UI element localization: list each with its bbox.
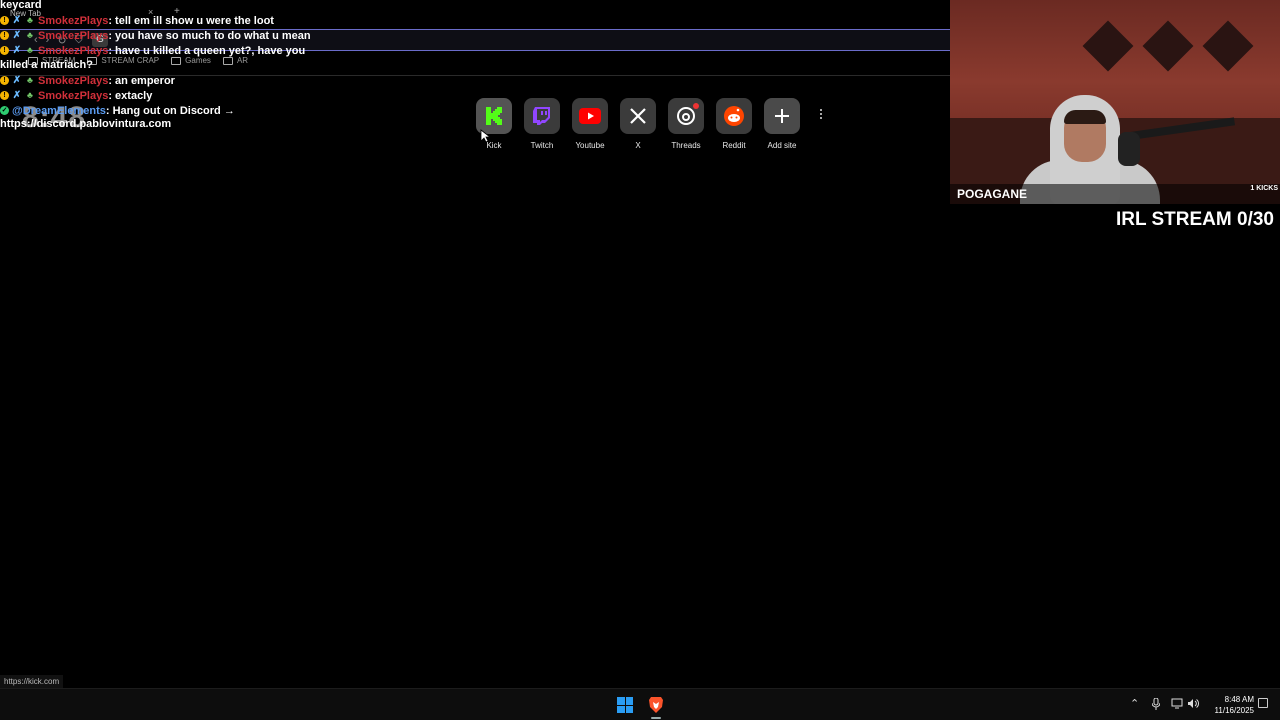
chat-username: SmokezPlays xyxy=(38,14,109,27)
chat-link: https://discord.pablovintura.com xyxy=(0,118,172,130)
windows-start-icon[interactable] xyxy=(617,697,633,713)
chat-text: : an emperor xyxy=(108,74,175,87)
active-app-indicator xyxy=(651,717,661,719)
taskbar-clock[interactable]: 8:48 AM 11/16/2025 xyxy=(1208,694,1254,716)
sub-badge-icon: ♣ xyxy=(27,90,33,100)
sword-badge-icon: ✗ xyxy=(12,75,22,86)
chat-message: ! ✗ ♣ SmokezPlays : an emperor xyxy=(0,73,175,88)
x-icon xyxy=(630,108,646,124)
chat-message: ! ✗ ♣ SmokezPlays : have u killed a quee… xyxy=(0,43,305,58)
taskbar-time: 8:48 AM xyxy=(1224,695,1254,704)
plus-icon xyxy=(775,109,789,123)
sword-badge-icon: ✗ xyxy=(12,45,22,56)
x-tile[interactable] xyxy=(620,98,656,134)
chevron-up-icon[interactable]: ⌃ xyxy=(1130,697,1139,710)
twitch-icon xyxy=(533,107,550,125)
shortcut-reddit[interactable]: Reddit xyxy=(716,98,752,150)
youtube-icon xyxy=(579,108,601,124)
shortcut-add-site[interactable]: Add site xyxy=(764,98,800,150)
shortcut-label: Reddit xyxy=(722,141,746,150)
webcam-feed xyxy=(950,0,1280,204)
shortcut-label: X xyxy=(635,141,641,150)
moderator-badge-icon: ! xyxy=(0,31,9,40)
acoustic-panel xyxy=(1142,20,1194,72)
chat-message: ✓ @DreamElements : Hang out on Discord → xyxy=(0,103,235,118)
youtube-tile[interactable] xyxy=(572,98,608,134)
sword-badge-icon: ✗ xyxy=(12,15,22,26)
shortcut-youtube[interactable]: Youtube xyxy=(572,98,608,150)
reddit-icon xyxy=(724,106,744,126)
chat-username: SmokezPlays xyxy=(38,89,109,102)
threads-icon xyxy=(677,107,695,125)
sub-badge-icon: ♣ xyxy=(27,45,33,55)
taskbar-date: 11/16/2025 xyxy=(1214,706,1254,715)
mouse-cursor-icon xyxy=(480,129,490,143)
chat-message: ! ✗ ♣ SmokezPlays : tell em ill show u w… xyxy=(0,13,274,28)
shortcut-label: Add site xyxy=(767,141,797,150)
shortcut-x[interactable]: X xyxy=(620,98,656,150)
chat-message-continuation: killed a matriach? xyxy=(0,59,93,71)
microphone-tray-icon[interactable] xyxy=(1152,698,1160,710)
brave-lion-icon xyxy=(649,697,663,713)
shortcut-label: Twitch xyxy=(530,141,554,150)
chat-username: SmokezPlays xyxy=(38,74,109,87)
sword-badge-icon: ✗ xyxy=(12,30,22,41)
chat-title: keycard xyxy=(0,0,42,11)
kicks-count: 1 KICKS xyxy=(1250,185,1278,192)
taskbar: ⌃ 8:48 AM 11/16/2025 xyxy=(0,688,1280,720)
chat-text: : Hang out on Discord → xyxy=(105,104,235,117)
chat-username: SmokezPlays xyxy=(38,29,109,42)
shortcut-twitch[interactable]: Twitch xyxy=(524,98,560,150)
shortcut-label: Youtube xyxy=(575,141,605,150)
network-icon[interactable] xyxy=(1171,698,1183,709)
kick-icon xyxy=(486,107,502,125)
verified-badge-icon: ✓ xyxy=(0,106,9,115)
threads-tile[interactable] xyxy=(668,98,704,134)
chat-text: : tell em ill show u were the loot xyxy=(108,14,274,27)
volume-icon[interactable] xyxy=(1187,698,1199,709)
acoustic-panel xyxy=(1202,20,1254,72)
twitch-tile[interactable] xyxy=(524,98,560,134)
chat-message: ! ✗ ♣ SmokezPlays : you have so much to … xyxy=(0,28,311,43)
sub-badge-icon: ♣ xyxy=(27,75,33,85)
shortcut-label: Threads xyxy=(671,141,701,150)
shortcut-threads[interactable]: Threads xyxy=(668,98,704,150)
moderator-badge-icon: ! xyxy=(0,91,9,100)
status-url: https://kick.com xyxy=(0,675,64,688)
streamer-name: POGAGANE xyxy=(957,187,1028,201)
moderator-badge-icon: ! xyxy=(0,46,9,55)
notification-icon[interactable] xyxy=(1258,698,1268,708)
streamer-hair xyxy=(1064,110,1106,124)
moderator-badge-icon: ! xyxy=(0,76,9,85)
more-options-icon[interactable] xyxy=(818,109,824,119)
sword-badge-icon: ✗ xyxy=(12,90,22,101)
sub-badge-icon: ♣ xyxy=(27,30,33,40)
chat-text: : have u killed a queen yet?, have you xyxy=(108,44,306,57)
acoustic-panel xyxy=(1082,20,1134,72)
shortcut-tiles: Kick Twitch Youtube X Threads Reddit Add… xyxy=(476,98,800,150)
sub-badge-icon: ♣ xyxy=(27,15,33,25)
notification-dot-icon xyxy=(693,103,699,109)
stream-goal: IRL STREAM 0/30 xyxy=(1115,209,1274,230)
add-site-tile[interactable] xyxy=(764,98,800,134)
microphone-icon xyxy=(1118,132,1140,166)
chat-username: SmokezPlays xyxy=(38,44,109,57)
chat-username: @DreamElements xyxy=(12,104,106,117)
brave-browser-icon[interactable] xyxy=(646,695,666,715)
chat-text: : extacly xyxy=(108,89,153,102)
reddit-tile[interactable] xyxy=(716,98,752,134)
moderator-badge-icon: ! xyxy=(0,16,9,25)
chat-text: : you have so much to do what u mean xyxy=(108,29,311,42)
